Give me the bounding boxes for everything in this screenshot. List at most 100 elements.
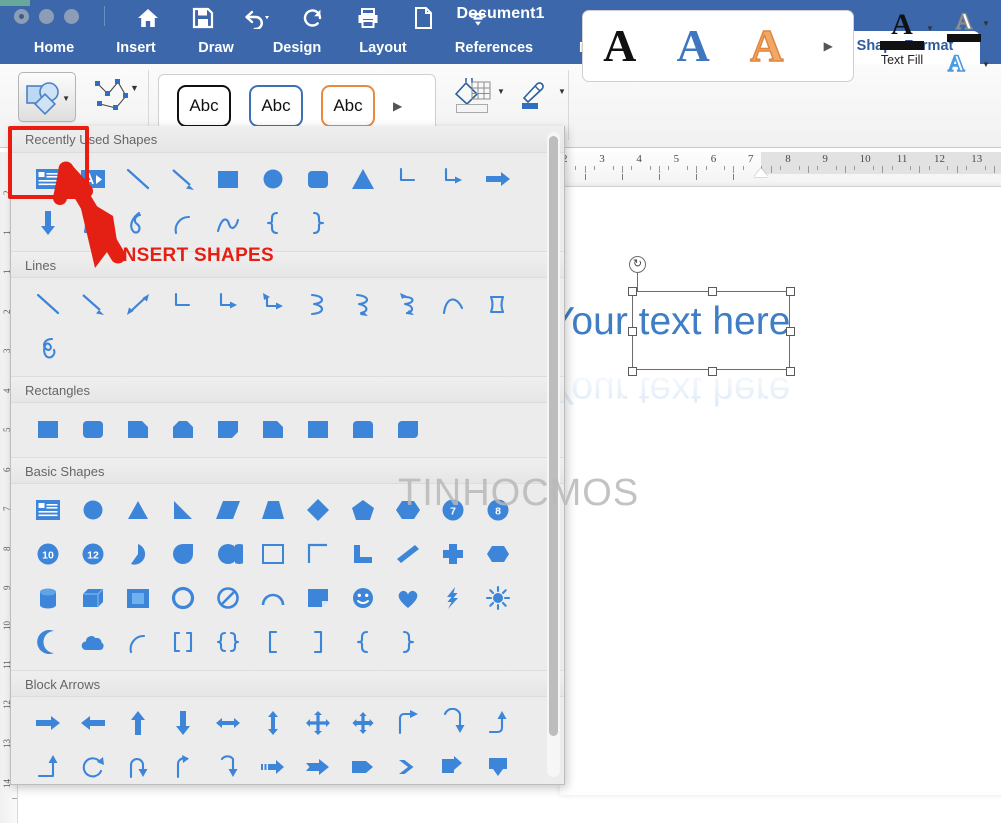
shape-teardrop[interactable]	[160, 532, 205, 576]
shape-right-brace[interactable]	[385, 620, 430, 664]
shape-style-preset-1[interactable]: Abc	[177, 85, 231, 127]
shape-snip-and-round-single-corner-rectangle[interactable]	[250, 407, 295, 451]
shape-elbow-arrow-connector[interactable]	[430, 157, 475, 201]
edit-points-button[interactable]: ▼	[92, 74, 139, 122]
resize-handle-middle-right[interactable]	[786, 327, 795, 336]
shape-pentagon[interactable]	[340, 488, 385, 532]
shape-parallelogram[interactable]	[205, 488, 250, 532]
shape-l-shape[interactable]	[340, 532, 385, 576]
shape-heptagon[interactable]: 7	[430, 488, 475, 532]
shape-fill-color-swatch[interactable]	[456, 104, 488, 113]
shape-curved-double-arrow-connector[interactable]	[385, 282, 430, 326]
shape-block-arc[interactable]	[250, 576, 295, 620]
shape-chord[interactable]	[205, 532, 250, 576]
shape-cube[interactable]	[70, 576, 115, 620]
wordart-styles-gallery[interactable]: A A A ▶	[582, 10, 854, 82]
shape-rectangle[interactable]	[25, 407, 70, 451]
shape-curved-arrow-connector[interactable]	[340, 282, 385, 326]
shape-right-bracket[interactable]	[295, 620, 340, 664]
shape-donut[interactable]	[160, 576, 205, 620]
shape-bent-arrow-right[interactable]	[385, 701, 430, 745]
shape-left-brace[interactable]	[250, 201, 295, 245]
shape-rounded-rectangle[interactable]	[295, 157, 340, 201]
text-effects-button[interactable]: A	[947, 51, 965, 76]
shape-text-box[interactable]	[25, 157, 70, 201]
shape-curve[interactable]	[430, 282, 475, 326]
shapes-dropdown-panel[interactable]: Recently Used Shapes Lines Rectangles Basic…	[10, 126, 565, 785]
shape-right-arrow[interactable]	[25, 701, 70, 745]
shape-down-arrow[interactable]	[25, 201, 70, 245]
text-fill-button[interactable]: A Text Fill	[874, 10, 930, 67]
shape-up-arrow[interactable]	[115, 701, 160, 745]
shape-circular-arrow[interactable]	[70, 745, 115, 784]
resize-handle-middle-left[interactable]	[628, 327, 637, 336]
resize-handle-bottom-left[interactable]	[628, 367, 637, 376]
shapes-panel-scrollbar[interactable]	[547, 132, 560, 777]
shape-curved-down-arrow[interactable]	[205, 745, 250, 784]
shape-frame[interactable]	[250, 532, 295, 576]
shape-right-arrow-callout[interactable]	[430, 745, 475, 784]
shape-left-right-brace[interactable]	[205, 620, 250, 664]
text-box-selection[interactable]: ↻	[628, 256, 795, 376]
shape-regular-pentagon-block[interactable]	[475, 532, 520, 576]
shapes-gallery-button[interactable]: ▼	[18, 72, 76, 122]
shape-oval[interactable]	[250, 157, 295, 201]
chevron-down-icon[interactable]: ▼	[62, 94, 70, 103]
text-outline-button[interactable]: A	[946, 9, 982, 42]
shape-elbow-connector[interactable]	[160, 282, 205, 326]
shape-left-right-arrow[interactable]	[205, 701, 250, 745]
shape-oval[interactable]	[70, 488, 115, 532]
shape-curved-left-arrow[interactable]	[160, 745, 205, 784]
shape-elbow-arrow-connector[interactable]	[205, 282, 250, 326]
shape-smiley-face[interactable]	[340, 576, 385, 620]
tab-draw[interactable]: Draw	[180, 33, 252, 64]
ruler-tab-stop[interactable]	[659, 174, 660, 180]
shape-arc[interactable]	[115, 620, 160, 664]
shape-chevron-arrow[interactable]	[385, 745, 430, 784]
shape-l-shape-corner[interactable]	[295, 532, 340, 576]
shape-bent-up-arrow[interactable]	[475, 701, 520, 745]
shape-pentagon-arrow[interactable]	[340, 745, 385, 784]
shape-right-arrow[interactable]	[475, 157, 520, 201]
shape-down-arrow-callout[interactable]	[475, 745, 520, 784]
shape-curved-up-arrow[interactable]	[430, 701, 475, 745]
wordart-preset-3[interactable]: A	[749, 22, 784, 70]
shape-freeform[interactable]	[475, 282, 520, 326]
shape-lightning-bolt[interactable]	[430, 576, 475, 620]
shape-arc[interactable]	[160, 201, 205, 245]
shape-cloud[interactable]	[70, 620, 115, 664]
shape-round-same-side-corner-rectangle[interactable]	[340, 407, 385, 451]
shape-quad-arrow-callout[interactable]	[340, 701, 385, 745]
shape-curve-loop[interactable]	[115, 201, 160, 245]
shape-line[interactable]	[115, 157, 160, 201]
chevron-down-icon[interactable]: ▼	[497, 87, 505, 96]
ruler-tab-stop[interactable]	[696, 174, 698, 180]
shape-left-brace[interactable]	[340, 620, 385, 664]
shape-curved-connector[interactable]	[295, 282, 340, 326]
shape-round-single-corner-rectangle[interactable]	[295, 407, 340, 451]
shape-down-arrow[interactable]	[160, 701, 205, 745]
shape-snip-diagonal-corner-rectangle[interactable]	[205, 407, 250, 451]
shape-elbow-connector[interactable]	[385, 157, 430, 201]
shape-diamond[interactable]	[295, 488, 340, 532]
rotate-handle-icon[interactable]: ↻	[629, 256, 646, 273]
shape-triangle[interactable]	[340, 157, 385, 201]
shape-left-bracket[interactable]	[250, 620, 295, 664]
tab-references[interactable]: References	[432, 33, 556, 64]
chevron-down-icon[interactable]: ▼	[982, 19, 990, 28]
shape-folded-corner[interactable]	[295, 576, 340, 620]
shape-rounded-rectangle[interactable]	[70, 407, 115, 451]
tab-design[interactable]: Design	[258, 33, 336, 64]
shape-left-right-bracket[interactable]	[160, 620, 205, 664]
shape-round-diagonal-corner-rectangle[interactable]	[385, 407, 430, 451]
shape-elbow-double-arrow-connector[interactable]	[250, 282, 295, 326]
shape-bevel[interactable]	[115, 576, 160, 620]
shape-line[interactable]	[25, 282, 70, 326]
shape-isosceles-triangle[interactable]	[115, 488, 160, 532]
ruler-tab-stop[interactable]	[584, 174, 586, 180]
shape-up-down-arrow[interactable]	[250, 701, 295, 745]
shape-dodecagon[interactable]: 12	[70, 532, 115, 576]
ruler-tab-stop[interactable]	[733, 174, 735, 180]
tab-home[interactable]: Home	[16, 33, 92, 64]
shape-flowchart-punched-tape[interactable]	[70, 201, 115, 245]
